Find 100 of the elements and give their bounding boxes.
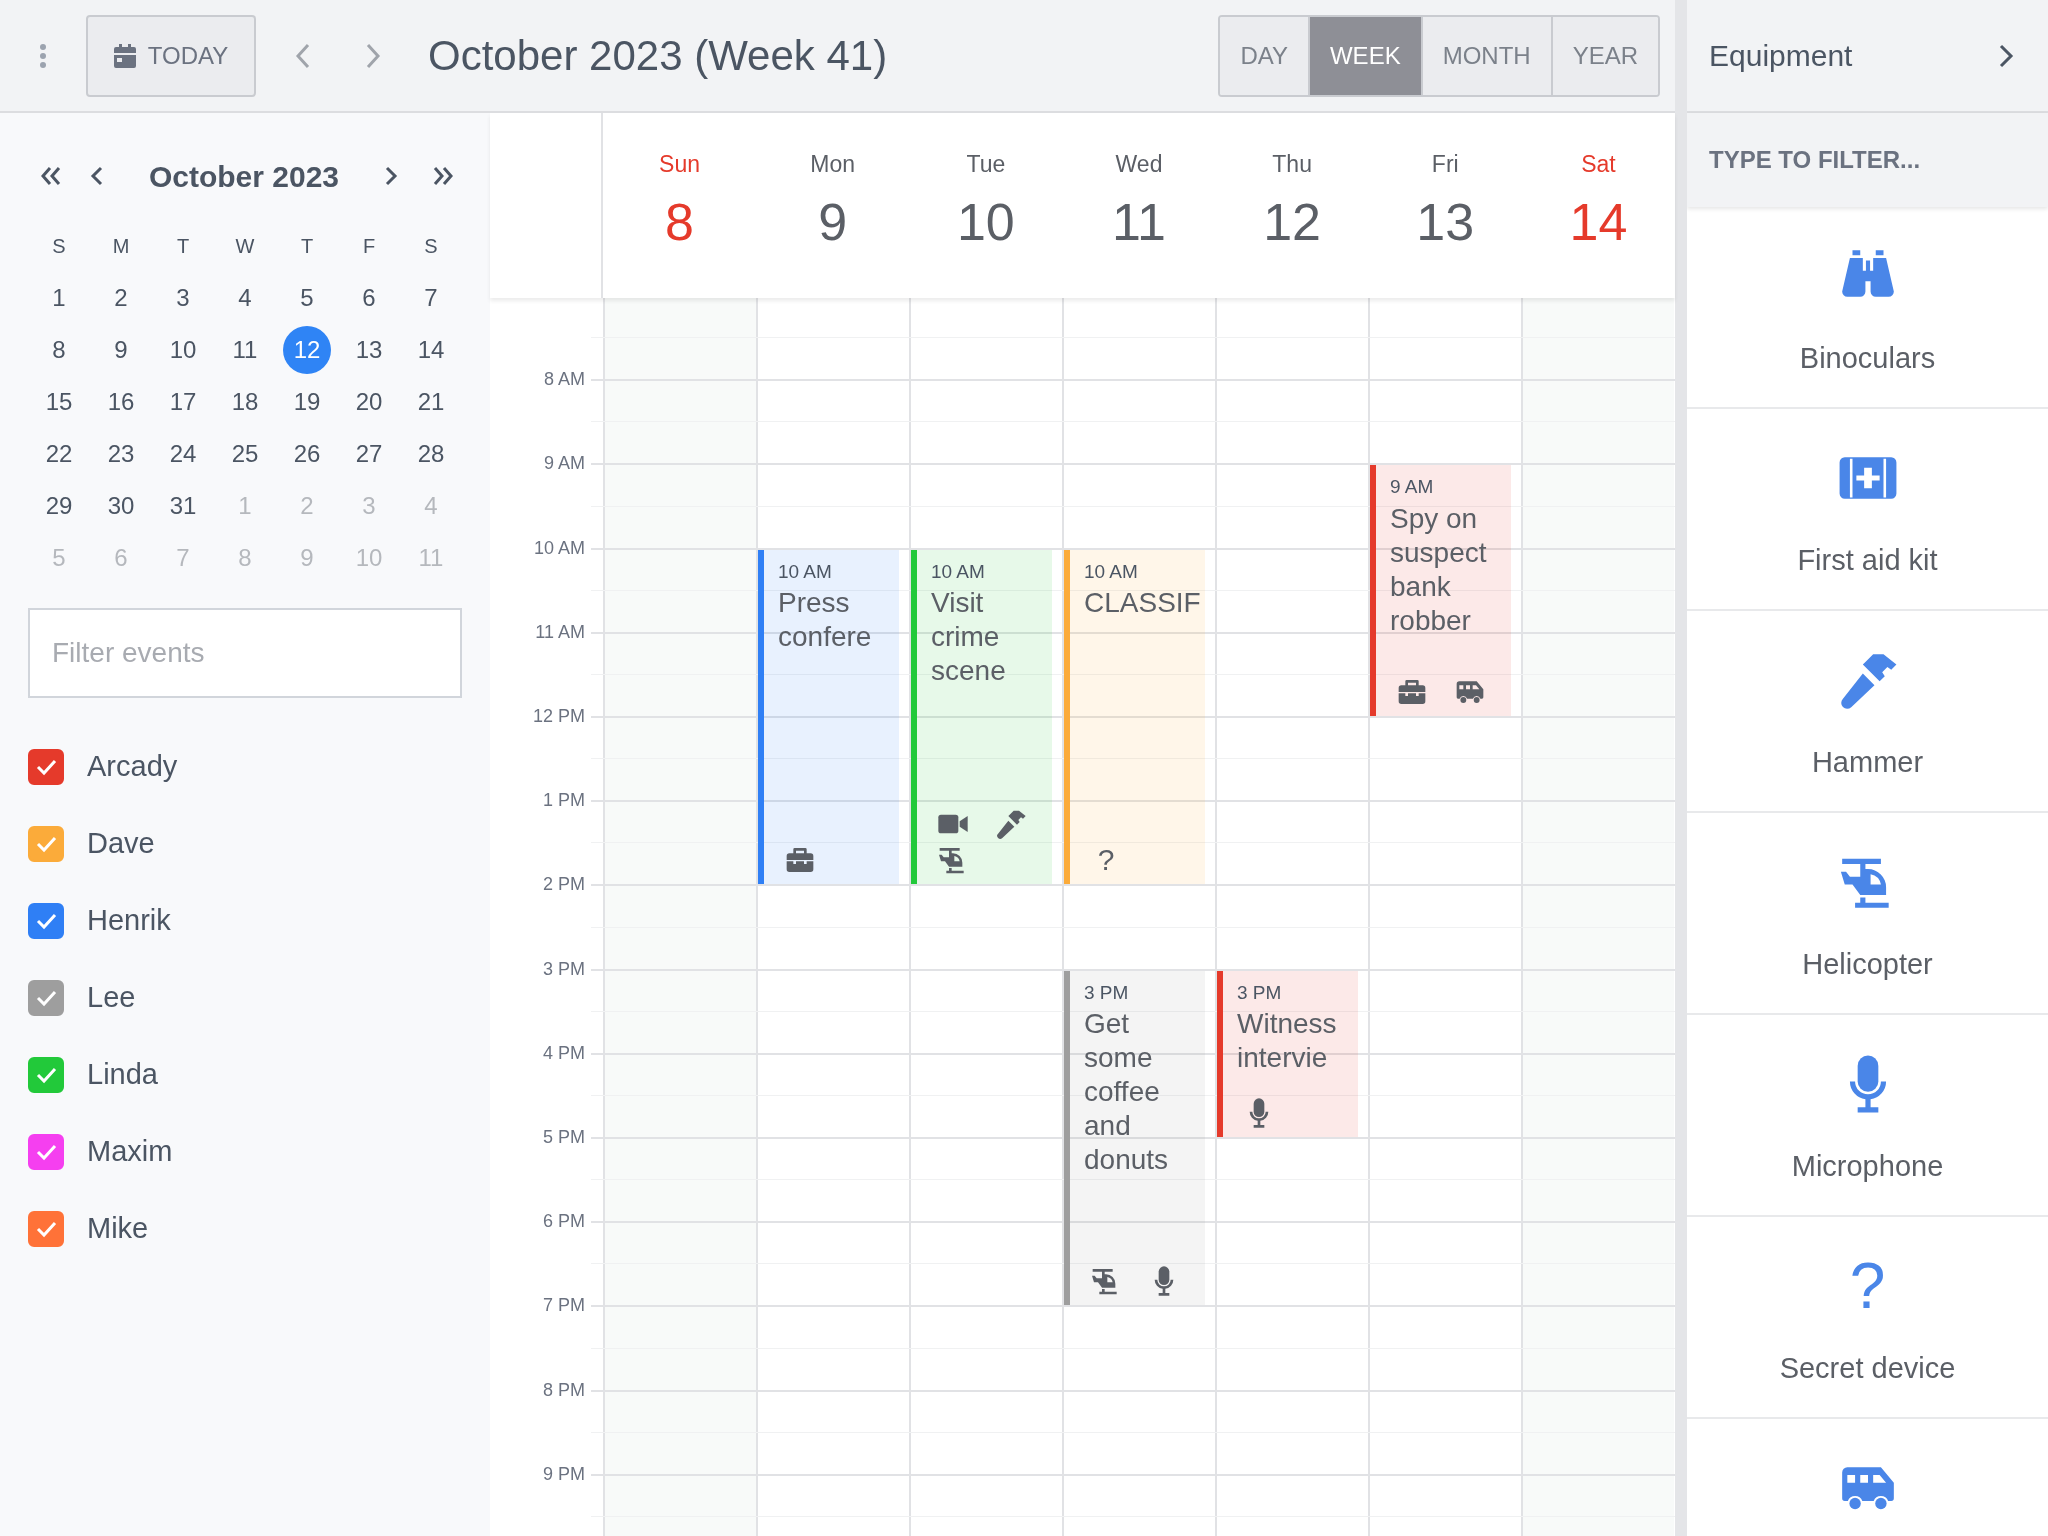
calendar-day[interactable]: 9 bbox=[97, 326, 145, 374]
event-time: 10 AM bbox=[931, 559, 986, 584]
event-time: 3 PM bbox=[1084, 980, 1130, 1005]
next-year-icon[interactable] bbox=[432, 165, 454, 187]
calendar-day[interactable]: 26 bbox=[283, 430, 331, 478]
filter-events-field[interactable]: Filter events bbox=[28, 608, 462, 698]
calendar-day[interactable]: 28 bbox=[407, 430, 455, 478]
today-button[interactable]: TODAY bbox=[86, 14, 256, 97]
weekday-label: S bbox=[52, 234, 66, 259]
calendar-day[interactable]: 30 bbox=[97, 482, 145, 530]
calendar-name: Arcady bbox=[87, 748, 178, 784]
weekday-label: M bbox=[112, 234, 130, 259]
equipment-name: Secret device bbox=[1779, 1351, 1956, 1386]
event-title: Spy on suspect bank robber bbox=[1390, 501, 1488, 638]
calendar-day[interactable]: 19 bbox=[283, 378, 331, 426]
event-time: 10 AM bbox=[1084, 559, 1139, 584]
equipment-name: Hammer bbox=[1811, 745, 1924, 780]
equipment-name: Helicopter bbox=[1802, 947, 1933, 982]
weekday-name: Mon bbox=[810, 150, 856, 179]
calendar-day[interactable]: 16 bbox=[97, 378, 145, 426]
time-label: 12 PM bbox=[532, 707, 585, 725]
time-label: 10 AM bbox=[533, 538, 585, 557]
calendar-day[interactable]: 23 bbox=[97, 430, 145, 478]
weekday-label: T bbox=[300, 234, 314, 259]
time-label: 6 PM bbox=[543, 1212, 585, 1231]
checkbox[interactable] bbox=[28, 1133, 64, 1170]
time-label: 9 PM bbox=[543, 1464, 585, 1483]
chevron-right-icon[interactable] bbox=[1998, 42, 2014, 69]
event-title: Get some coffee and donuts bbox=[1084, 1007, 1170, 1178]
previous-year-icon[interactable] bbox=[40, 165, 62, 187]
panel-title: Equipment bbox=[1709, 38, 1853, 74]
event-time: 3 PM bbox=[1237, 980, 1283, 1005]
event-title: Witness intervie bbox=[1237, 1007, 1338, 1076]
checkbox[interactable] bbox=[28, 1056, 64, 1093]
next-icon[interactable] bbox=[364, 41, 382, 70]
calendar-name: Maxim bbox=[87, 1133, 173, 1169]
time-label: 9 AM bbox=[543, 454, 585, 473]
hammer-icon bbox=[995, 808, 1027, 841]
calendar-day[interactable]: 3 bbox=[159, 274, 207, 322]
calendar-icon bbox=[113, 43, 136, 68]
calendar-day[interactable]: 1 bbox=[35, 274, 83, 322]
calendar-day[interactable]: 11 bbox=[221, 326, 269, 374]
equipment-filter-field[interactable]: TYPE TO FILTER... bbox=[1687, 113, 2048, 207]
equipment-name: Binoculars bbox=[1799, 341, 1936, 376]
calendar-day[interactable]: 14 bbox=[407, 326, 455, 374]
weekday-name: Thu bbox=[1272, 150, 1312, 179]
day-number: 14 bbox=[1569, 195, 1628, 248]
calendar-day[interactable]: 15 bbox=[35, 378, 83, 426]
previous-month-icon[interactable] bbox=[90, 165, 104, 187]
calendar-day[interactable]: 21 bbox=[407, 378, 455, 426]
time-label: 7 PM bbox=[543, 1296, 585, 1315]
calendar-name: Henrik bbox=[87, 902, 171, 938]
question-mark-icon: ? bbox=[1836, 1255, 1899, 1317]
calendar-day[interactable]: 13 bbox=[345, 326, 393, 374]
calendar-day[interactable]: 22 bbox=[35, 430, 83, 478]
event-title: CLASSIF bbox=[1084, 586, 1201, 621]
time-label: 8 PM bbox=[543, 1380, 585, 1399]
weekday-name: Fri bbox=[1431, 150, 1459, 179]
equipment-name: Microphone bbox=[1791, 1149, 1944, 1184]
time-label: 4 PM bbox=[543, 1043, 585, 1062]
previous-icon[interactable] bbox=[294, 41, 312, 70]
event-time: 10 AM bbox=[778, 559, 833, 584]
calendar-day[interactable]: 20 bbox=[345, 378, 393, 426]
weekday-name: Wed bbox=[1115, 150, 1163, 179]
time-label: 2 PM bbox=[543, 875, 585, 894]
checkbox[interactable] bbox=[28, 825, 64, 862]
day-number: 8 bbox=[665, 195, 695, 248]
checkbox[interactable] bbox=[28, 979, 64, 1016]
weekday-name: Sun bbox=[659, 150, 701, 179]
event-title: Press confere bbox=[778, 586, 873, 655]
calendar-day[interactable]: 25 bbox=[221, 430, 269, 478]
calendar-day[interactable]: 27 bbox=[345, 430, 393, 478]
calendar-name: Lee bbox=[87, 979, 136, 1015]
checkbox[interactable] bbox=[28, 902, 64, 939]
calendar-day[interactable]: 10 bbox=[159, 326, 207, 374]
time-label: 5 PM bbox=[543, 1128, 585, 1146]
time-label: 11 AM bbox=[535, 622, 585, 641]
calendar-name: Linda bbox=[87, 1056, 158, 1092]
question-mark-icon: ? bbox=[1090, 844, 1122, 877]
weekday-name: Sat bbox=[1581, 150, 1616, 179]
day-number: 12 bbox=[1263, 195, 1322, 248]
calendar-day[interactable]: 5 bbox=[283, 274, 331, 322]
calendar-day[interactable]: 8 bbox=[35, 326, 83, 374]
calendar-name: Mike bbox=[87, 1210, 149, 1246]
calendar-day[interactable]: 12 bbox=[283, 326, 331, 374]
calendar-day[interactable]: 17 bbox=[159, 378, 207, 426]
checkbox[interactable] bbox=[28, 1210, 64, 1247]
calendar-day[interactable]: 2 bbox=[97, 274, 145, 322]
checkbox[interactable] bbox=[28, 748, 64, 785]
weekday-label: S bbox=[424, 234, 438, 259]
calendar-day[interactable]: 18 bbox=[221, 378, 269, 426]
calendar-day[interactable]: 4 bbox=[221, 274, 269, 322]
next-month-icon[interactable] bbox=[384, 165, 398, 187]
calendar-day[interactable]: 31 bbox=[159, 482, 207, 530]
calendar-day[interactable]: 6 bbox=[345, 274, 393, 322]
event-title: Visit crime scene bbox=[931, 586, 1007, 689]
calendar-day[interactable]: 29 bbox=[35, 482, 83, 530]
calendar-day[interactable]: 7 bbox=[407, 274, 455, 322]
calendar-day[interactable]: 24 bbox=[159, 430, 207, 478]
more-icon[interactable] bbox=[38, 42, 48, 69]
